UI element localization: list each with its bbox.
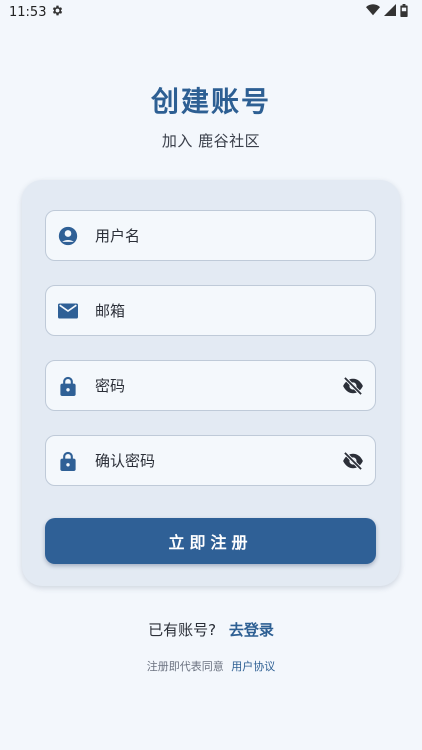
register-card: 用户名 邮箱 密码 确认密码 立即注册	[22, 180, 400, 586]
signal-icon	[384, 4, 396, 20]
status-time: 11:53	[9, 4, 47, 20]
battery-icon	[400, 3, 408, 21]
username-placeholder: 用户名	[95, 227, 141, 245]
visibility-off-icon[interactable]	[341, 374, 365, 398]
terms-row: 注册即代表同意 用户协议	[0, 658, 422, 674]
account-circle-icon	[58, 226, 78, 246]
confirm-password-field[interactable]: 确认密码	[45, 435, 376, 486]
email-field[interactable]: 邮箱	[45, 285, 376, 336]
email-placeholder: 邮箱	[95, 302, 126, 320]
wifi-icon	[366, 4, 380, 20]
status-bar: 11:53	[0, 0, 422, 24]
visibility-off-icon[interactable]	[341, 449, 365, 473]
mail-icon	[58, 301, 78, 321]
lock-icon	[58, 376, 78, 396]
page-title: 创建账号	[150, 85, 271, 118]
login-row: 已有账号? 去登录	[0, 619, 422, 640]
terms-prefix: 注册即代表同意	[146, 660, 224, 673]
confirm-password-placeholder: 确认密码	[95, 452, 156, 470]
login-link[interactable]: 去登录	[229, 621, 274, 639]
has-account-text: 已有账号?	[148, 621, 217, 639]
password-placeholder: 密码	[95, 377, 126, 395]
gear-icon	[51, 4, 64, 21]
password-field[interactable]: 密码	[45, 360, 376, 411]
lock-icon	[58, 451, 78, 471]
page-subtitle: 加入 鹿谷社区	[161, 132, 261, 150]
status-left: 11:53	[9, 4, 64, 21]
username-field[interactable]: 用户名	[45, 210, 376, 261]
user-agreement-link[interactable]: 用户协议	[231, 660, 275, 673]
register-button[interactable]: 立即注册	[45, 518, 376, 564]
status-right	[366, 3, 408, 21]
